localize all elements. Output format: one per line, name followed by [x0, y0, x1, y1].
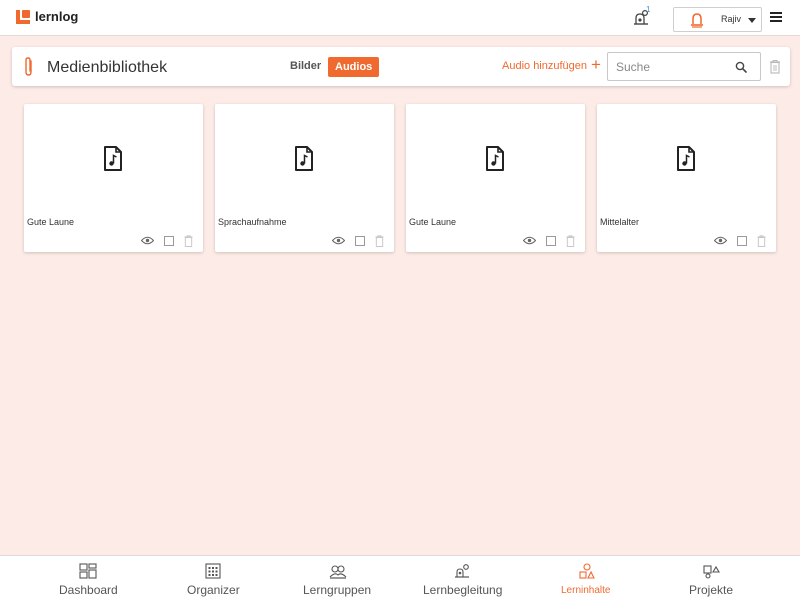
app-logo-text: lernlog — [35, 9, 79, 24]
select-checkbox[interactable] — [737, 236, 747, 246]
eye-icon[interactable] — [523, 236, 536, 245]
search-input[interactable] — [616, 59, 726, 75]
chevron-down-icon — [748, 18, 756, 23]
trash-icon[interactable] — [757, 235, 766, 247]
hamburger-menu-icon[interactable] — [770, 12, 782, 22]
nav-item-lerninhalte[interactable]: Lerninhalte — [539, 556, 635, 600]
nav-item-projekte[interactable]: Projekte — [663, 556, 759, 600]
nav-label: Lerngruppen — [303, 583, 372, 597]
trash-icon[interactable] — [375, 235, 384, 247]
app-logo[interactable]: lernlog — [16, 9, 78, 24]
add-audio-link[interactable]: Audio hinzufügen — [502, 60, 587, 72]
media-card[interactable]: Mittelalter — [597, 104, 776, 252]
music-file-icon — [295, 146, 313, 171]
projects-icon — [703, 565, 720, 579]
select-checkbox[interactable] — [546, 236, 556, 246]
groups-icon — [329, 565, 347, 579]
nav-item-lernbegleitung[interactable]: Lernbegleitung — [414, 556, 510, 600]
trash-icon[interactable] — [566, 235, 575, 247]
nav-label: Projekte — [689, 583, 734, 597]
trash-icon[interactable] — [184, 235, 193, 247]
eye-icon[interactable] — [332, 236, 345, 245]
music-file-icon — [677, 146, 695, 171]
media-library-header: Medienbibliothek Bilder Audios Audio hin… — [12, 47, 790, 86]
nav-item-lerngruppen[interactable]: Lerngruppen — [290, 556, 386, 600]
paperclip-icon — [25, 57, 32, 76]
music-file-icon — [486, 146, 504, 171]
search-box — [607, 52, 761, 81]
bottom-navigation: Dashboard Organizer Lerngruppen Lernbegl… — [0, 555, 800, 600]
mentoring-icon — [455, 564, 469, 578]
organizer-icon — [205, 563, 221, 579]
user-name: Rajiv — [721, 14, 742, 24]
media-card[interactable]: Gute Laune — [24, 104, 203, 252]
tab-bilder[interactable]: Bilder — [290, 60, 321, 72]
card-title: Sprachaufnahme — [218, 217, 287, 227]
content-icon — [579, 563, 595, 579]
page-title: Medienbibliothek — [47, 59, 168, 76]
card-title: Mittelalter — [600, 217, 640, 227]
card-title: Gute Laune — [27, 217, 75, 227]
top-bar: lernlog 1 Rajiv — [0, 0, 800, 36]
nav-label: Organizer — [187, 583, 240, 597]
tab-audios[interactable]: Audios — [328, 57, 380, 77]
select-checkbox[interactable] — [355, 236, 365, 246]
lernlog-logo-icon — [16, 9, 30, 24]
nav-item-organizer[interactable]: Organizer — [165, 556, 261, 600]
search-icon[interactable] — [735, 61, 747, 73]
card-title: Gute Laune — [409, 217, 457, 227]
select-checkbox[interactable] — [164, 236, 174, 246]
user-menu-dropdown[interactable]: Rajiv — [673, 7, 762, 32]
add-audio-plus-icon[interactable]: + — [591, 55, 601, 75]
dashboard-icon — [79, 563, 97, 579]
nav-label: Dashboard — [59, 583, 118, 597]
media-card[interactable]: Sprachaufnahme — [215, 104, 394, 252]
notification-count-badge: 1 — [646, 5, 651, 14]
music-file-icon — [104, 146, 122, 171]
media-card[interactable]: Gute Laune — [406, 104, 585, 252]
nav-label: Lernbegleitung — [423, 583, 503, 597]
user-avatar-icon — [691, 13, 703, 28]
nav-item-dashboard[interactable]: Dashboard — [40, 556, 136, 600]
nav-label: Lerninhalte — [561, 585, 611, 596]
eye-icon[interactable] — [141, 236, 154, 245]
trash-icon[interactable] — [769, 59, 781, 74]
eye-icon[interactable] — [714, 236, 727, 245]
